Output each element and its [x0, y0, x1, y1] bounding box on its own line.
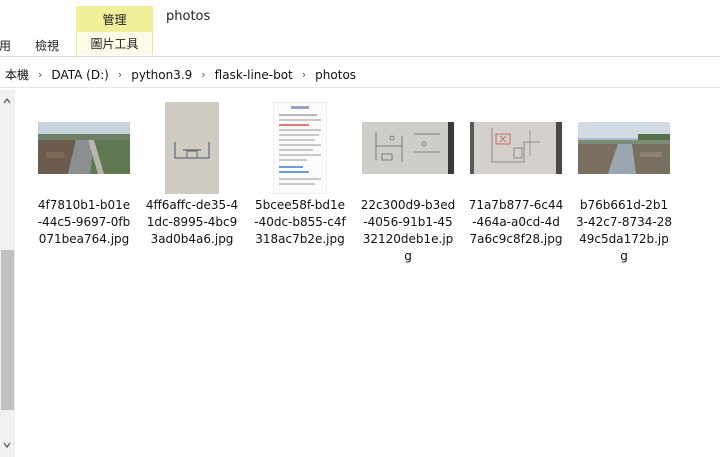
chevron-right-icon[interactable]: › — [201, 68, 205, 81]
file-name[interactable]: 4ff6affc-de35-4 1dc-8995-4bc9 3ad0b4a6.j… — [140, 197, 244, 248]
file-name-line: -40dc-b855-c4f — [254, 215, 346, 229]
file-name-line: -4056-91b1-45 — [363, 215, 453, 229]
chevron-right-icon[interactable]: › — [302, 68, 306, 81]
file-name[interactable]: b76b661d-2b1 3-42c7-8734-28 49c5da172b.j… — [572, 197, 676, 265]
file-name[interactable]: 71a7b877-6c44 -464a-a0cd-4d 7a6c9c8f28.j… — [464, 197, 568, 248]
file-name-line: -464a-a0cd-4d — [472, 215, 560, 229]
file-name-line: 7a6c9c8f28.jpg — [469, 232, 563, 246]
file-list[interactable]: 4f7810b1-b01e -44c5-9697-0fb 071bea764.j… — [16, 90, 720, 457]
scroll-down-arrow-icon[interactable] — [2, 440, 12, 450]
scroll-up-arrow-icon[interactable] — [2, 96, 12, 106]
image-thumbnail — [140, 100, 244, 196]
file-item[interactable]: 4ff6affc-de35-4 1dc-8995-4bc9 3ad0b4a6.j… — [140, 100, 244, 260]
navigation-pane-scrollbar[interactable] — [0, 90, 15, 457]
file-item[interactable]: 5bcee58f-bd1e -40dc-b855-c4f 318ac7b2e.j… — [248, 100, 352, 260]
file-name-line: 32120deb1e.jp — [362, 232, 454, 246]
file-name-line: 3-42c7-8734-28 — [576, 215, 672, 229]
file-name-line: 49c5da172b.jp — [579, 232, 669, 246]
file-name-line: 3ad0b4a6.jpg — [150, 232, 234, 246]
image-thumbnail — [356, 100, 460, 196]
breadcrumb[interactable]: 本機 › DATA (D:) › python3.9 › flask-line-… — [0, 62, 720, 88]
file-name-line: -44c5-9697-0fb — [37, 215, 131, 229]
file-name-line: 4f7810b1-b01e — [37, 198, 131, 212]
image-thumbnail — [572, 100, 676, 196]
file-name-line: 4ff6affc-de35-4 — [145, 198, 239, 212]
file-name-line: g — [620, 249, 628, 263]
file-name[interactable]: 22c300d9-b3ed -4056-91b1-45 32120deb1e.j… — [356, 197, 460, 265]
file-name-line: g — [404, 249, 412, 263]
window-title: photos — [166, 9, 211, 24]
file-name-line: 71a7b877-6c44 — [468, 198, 564, 212]
ribbon-divider — [0, 56, 720, 57]
file-name[interactable]: 5bcee58f-bd1e -40dc-b855-c4f 318ac7b2e.j… — [248, 197, 352, 248]
file-item[interactable]: b76b661d-2b1 3-42c7-8734-28 49c5da172b.j… — [572, 100, 676, 270]
breadcrumb-data-drive[interactable]: DATA (D:) — [51, 68, 108, 82]
tab-picture-tools[interactable]: 圖片工具 — [76, 32, 153, 55]
breadcrumb-this-pc[interactable]: 本機 — [5, 66, 29, 83]
file-name-line: 1dc-8995-4bc9 — [146, 215, 238, 229]
image-thumbnail — [464, 100, 568, 196]
file-item[interactable]: 22c300d9-b3ed -4056-91b1-45 32120deb1e.j… — [356, 100, 460, 270]
file-name-line: 071bea764.jpg — [38, 232, 130, 246]
file-name-line: 22c300d9-b3ed — [360, 198, 456, 212]
image-thumbnail — [248, 100, 352, 196]
file-name[interactable]: 4f7810b1-b01e -44c5-9697-0fb 071bea764.j… — [32, 197, 136, 248]
tab-manage[interactable]: 管理 — [76, 6, 153, 32]
chevron-right-icon[interactable]: › — [38, 68, 42, 81]
breadcrumb-python[interactable]: python3.9 — [131, 68, 192, 82]
file-name-line: 5bcee58f-bd1e — [254, 198, 346, 212]
tab-view[interactable]: 檢視 — [35, 35, 59, 55]
file-name-line: 318ac7b2e.jpg — [255, 232, 345, 246]
file-item[interactable]: 71a7b877-6c44 -464a-a0cd-4d 7a6c9c8f28.j… — [464, 100, 568, 260]
chevron-right-icon[interactable]: › — [118, 68, 122, 81]
tab-share-partial[interactable]: 用 — [0, 35, 11, 55]
file-item[interactable]: 4f7810b1-b01e -44c5-9697-0fb 071bea764.j… — [32, 100, 136, 260]
scrollbar-thumb[interactable] — [1, 250, 14, 410]
breadcrumb-photos[interactable]: photos — [315, 68, 356, 82]
image-thumbnail — [32, 100, 136, 196]
ribbon: 管理 photos 用 檢視 圖片工具 — [0, 0, 720, 58]
breadcrumb-flask-line-bot[interactable]: flask-line-bot — [215, 68, 293, 82]
file-name-line: b76b661d-2b1 — [579, 198, 669, 212]
